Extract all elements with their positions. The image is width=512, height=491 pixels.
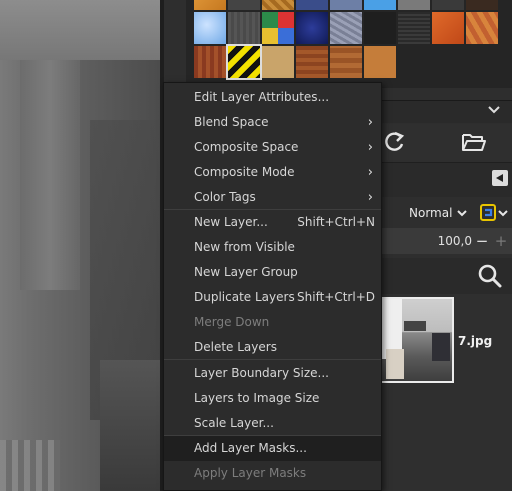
thumb-region	[386, 349, 404, 379]
menu-item-composite-space[interactable]: Composite Space ›	[164, 135, 381, 160]
opacity-increase-button[interactable]: +	[492, 228, 510, 254]
menu-separator	[164, 359, 381, 360]
pattern-swatch[interactable]	[194, 12, 226, 44]
layer-mode-select[interactable]: Normal	[404, 202, 472, 224]
pattern-swatch[interactable]	[364, 46, 396, 78]
pattern-swatch[interactable]	[262, 0, 294, 10]
submenu-arrow-icon: ›	[367, 115, 373, 130]
pattern-swatch[interactable]	[262, 46, 294, 78]
composite-lock-icon[interactable]	[478, 202, 510, 224]
pattern-swatch[interactable]	[194, 46, 226, 78]
search-icon[interactable]	[476, 262, 504, 290]
layer-context-menu: Edit Layer Attributes... Blend Space › C…	[163, 82, 382, 491]
patterns-grid	[186, 0, 512, 88]
panel-menu-icon[interactable]	[492, 170, 508, 186]
pattern-swatch[interactable]	[466, 0, 498, 10]
menu-item-label: Layer Boundary Size...	[194, 366, 329, 380]
menu-item-shortcut: Shift+Ctrl+D	[297, 290, 375, 304]
menu-item-apply-layer-masks: Apply Layer Masks	[164, 461, 381, 486]
pattern-swatch[interactable]	[262, 12, 294, 44]
menu-item-label: Add Layer Masks...	[194, 441, 307, 455]
menu-item-label: Color Tags	[194, 190, 256, 204]
menu-item-add-layer-masks[interactable]: Add Layer Masks...	[164, 436, 381, 461]
layer-name-label[interactable]: 7.jpg	[458, 334, 492, 348]
pattern-swatch[interactable]	[330, 46, 362, 78]
pattern-swatch[interactable]	[296, 12, 328, 44]
menu-item-label: Layers to Image Size	[194, 391, 320, 405]
menu-item-composite-mode[interactable]: Composite Mode ›	[164, 160, 381, 185]
menu-item-layers-to-image-size[interactable]: Layers to Image Size	[164, 386, 381, 411]
image-canvas[interactable]	[0, 0, 160, 491]
pattern-swatch[interactable]	[228, 12, 260, 44]
thumb-region	[404, 321, 426, 331]
menu-item-label: Apply Layer Masks	[194, 466, 307, 480]
pattern-swatch[interactable]	[364, 12, 396, 44]
menu-item-layer-boundary-size[interactable]: Layer Boundary Size...	[164, 361, 381, 386]
menu-item-merge-down: Merge Down	[164, 310, 381, 335]
canvas-region	[20, 60, 80, 290]
menu-item-shortcut: Shift+Ctrl+N	[297, 215, 375, 229]
menu-item-label: New from Visible	[194, 240, 295, 254]
menu-item-label: Blend Space	[194, 115, 269, 129]
menu-item-duplicate-layers[interactable]: Duplicate Layers Shift+Ctrl+D	[164, 285, 381, 310]
pattern-swatch[interactable]	[330, 0, 362, 10]
layer-thumbnail[interactable]	[380, 297, 454, 383]
menu-item-label: Edit Layer Attributes...	[194, 90, 330, 104]
folder-open-icon[interactable]	[454, 124, 494, 160]
pattern-swatch[interactable]	[226, 44, 262, 80]
menu-item-label: Delete Layers	[194, 340, 277, 354]
layer-mode-value: Normal	[409, 206, 453, 220]
canvas-region	[0, 440, 60, 491]
menu-item-label: Composite Mode	[194, 165, 295, 179]
menu-item-label: Composite Space	[194, 140, 299, 154]
submenu-arrow-icon: ›	[367, 190, 373, 205]
pattern-swatch[interactable]	[364, 0, 396, 10]
submenu-arrow-icon: ›	[367, 140, 373, 155]
chevron-down-icon[interactable]	[482, 100, 506, 122]
pattern-swatch[interactable]	[432, 12, 464, 44]
pattern-swatch[interactable]	[330, 12, 362, 44]
menu-item-label: Duplicate Layers	[194, 290, 295, 304]
submenu-arrow-icon: ›	[367, 165, 373, 180]
canvas-region	[0, 0, 160, 60]
pattern-swatch[interactable]	[398, 12, 430, 44]
menu-item-label: Merge Down	[194, 315, 270, 329]
pattern-swatch[interactable]	[296, 46, 328, 78]
pattern-swatch[interactable]	[194, 0, 226, 10]
menu-item-delete-layers[interactable]: Delete Layers	[164, 335, 381, 360]
menu-item-new-from-visible[interactable]: New from Visible	[164, 235, 381, 260]
chevron-down-icon	[456, 202, 468, 231]
opacity-value[interactable]: 100,0	[420, 228, 472, 254]
menu-item-label: Scale Layer...	[194, 416, 274, 430]
menu-item-new-layer[interactable]: New Layer... Shift+Ctrl+N	[164, 210, 381, 235]
menu-item-color-tags[interactable]: Color Tags ›	[164, 185, 381, 210]
pattern-swatch[interactable]	[296, 0, 328, 10]
opacity-decrease-button[interactable]: −	[474, 228, 490, 254]
menu-item-new-layer-group[interactable]: New Layer Group	[164, 260, 381, 285]
menu-item-edit-layer-attributes[interactable]: Edit Layer Attributes...	[164, 85, 381, 110]
pattern-swatch[interactable]	[466, 12, 498, 44]
menu-item-blend-space[interactable]: Blend Space ›	[164, 110, 381, 135]
thumb-region	[432, 333, 450, 361]
pattern-swatch[interactable]	[398, 0, 430, 10]
menu-item-label: New Layer...	[194, 215, 268, 229]
menu-item-label: New Layer Group	[194, 265, 298, 279]
pattern-swatch[interactable]	[432, 0, 464, 10]
pattern-swatch[interactable]	[228, 0, 260, 10]
canvas-region	[100, 360, 160, 491]
menu-item-scale-layer[interactable]: Scale Layer...	[164, 411, 381, 436]
